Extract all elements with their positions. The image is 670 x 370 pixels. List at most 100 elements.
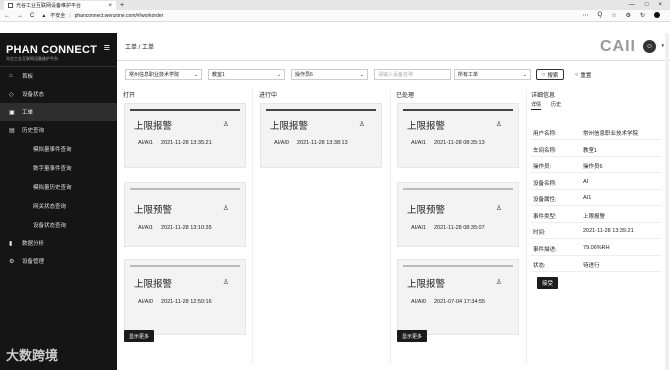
user-icon: ♙ xyxy=(222,279,229,286)
reset-button-label: 重置 xyxy=(580,72,592,79)
work-order-card[interactable]: 上限报警 ♙ AI/AI1 2021-11-28 08:35:13 xyxy=(397,103,519,168)
order-type-select[interactable]: 所有工单 ⌄ xyxy=(454,69,531,80)
zoom-icon[interactable]: Q xyxy=(598,12,603,19)
card-time: 2021-11-28 08:35:13 xyxy=(433,140,485,146)
avatar[interactable]: ☺ xyxy=(643,40,656,53)
maximize-icon[interactable]: □ xyxy=(645,2,649,8)
sidebar-item-2[interactable]: ▣ 工单 xyxy=(0,103,117,121)
card-meta: AI/AI0 2021-11-28 13:38:13 xyxy=(274,140,348,146)
detail-value: 常州信息职业技术学院 xyxy=(583,131,639,137)
sidebar-item-8[interactable]: 设备状态查询 xyxy=(0,215,117,234)
detail-key: 车间名称: xyxy=(533,147,557,154)
column-title: 打开 xyxy=(123,93,136,99)
search-button-label: 搜索 xyxy=(547,72,559,79)
detail-value: 待进行 xyxy=(583,263,600,269)
detail-value: 教室1 xyxy=(583,147,598,154)
sidebar-item-6[interactable]: 模拟量历史查询 xyxy=(0,177,117,196)
user-icon: ♙ xyxy=(222,205,229,212)
work-order-card[interactable]: 上限报警 ♙ AI/AI1 2021-11-28 13:35:21 xyxy=(124,103,246,168)
window-close-icon[interactable]: × xyxy=(658,2,662,8)
more-icon[interactable]: ⋯ xyxy=(583,12,589,19)
browser-tab[interactable]: 光谷工业互联网设备维护平台 × xyxy=(4,1,116,10)
settings-icon[interactable]: ⚙ xyxy=(626,12,631,19)
school-select[interactable]: 常州信息职业技术学院 ⌄ xyxy=(125,69,202,80)
minimize-icon[interactable]: — xyxy=(629,2,635,8)
tab-close-icon[interactable]: × xyxy=(108,3,112,9)
detail-key: 设备名称: xyxy=(533,180,557,187)
card-meta: AI/AI1 2021-11-28 08:35:13 xyxy=(411,140,485,146)
column-in-progress: 进行中 上限报警 ♙ AI/AI0 2021-11-28 13:38:13 xyxy=(259,90,383,364)
sidebar-item-7[interactable]: 网关状态查询 xyxy=(0,196,117,215)
sidebar-item-label: 模拟量历史查询 xyxy=(33,184,72,191)
room-select[interactable]: 教室1 ⌄ xyxy=(208,69,285,80)
detail-row: 用户名称: 常州信息职业技术学院 xyxy=(531,125,661,140)
url-field[interactable]: ▲ 不安全 | phanconnect.wenzone.com/#/workor… xyxy=(41,12,575,20)
search-button[interactable]: ○ 搜索 xyxy=(536,69,565,80)
sidebar-item-0[interactable]: ⌂ 首板 xyxy=(0,67,117,85)
new-tab-icon[interactable]: + xyxy=(120,2,124,9)
tab-history[interactable]: 历史 xyxy=(551,101,561,110)
sidebar-item-10[interactable]: ⚙ 设备管理 xyxy=(0,252,117,270)
show-more-button[interactable]: 显示更多 xyxy=(397,330,428,342)
room-select-value: 教室1 xyxy=(212,72,225,78)
sidebar-item-icon: ⌂ xyxy=(9,73,13,79)
work-order-card[interactable]: 上限报警 ♙ AI/AI0 2021-07-04 17:34:55 xyxy=(397,259,519,335)
card-status-bar xyxy=(130,109,240,111)
card-meta: AI/AI0 2021-07-04 17:34:55 xyxy=(411,299,485,305)
card-title: 上限报警 xyxy=(407,121,446,132)
column-divider xyxy=(390,90,391,364)
forward-icon[interactable]: → xyxy=(17,13,23,19)
page-scrollbar[interactable] xyxy=(665,33,669,370)
logo-subtitle: 光谷工业互联网设备维护平台 xyxy=(6,56,58,61)
chevron-down-icon[interactable]: ▾ xyxy=(661,43,664,49)
sidebar-item-label: 数据分析 xyxy=(22,241,45,247)
security-label: 不安全 xyxy=(50,13,66,19)
card-meta: AI/AI1 2021-11-28 13:10:35 xyxy=(138,225,212,231)
card-status-bar xyxy=(130,265,240,267)
show-more-button[interactable]: 显示更多 xyxy=(124,330,155,342)
detail-row: 状态: 待进行 xyxy=(531,257,661,272)
column-title: 已处理 xyxy=(396,93,415,99)
reload-icon[interactable]: C xyxy=(30,13,34,19)
sidebar-item-label: 设备状态查询 xyxy=(33,222,67,229)
sidebar: PHAN CONNECT 光谷工业互联网设备维护平台 ≡ ⌂ 首板 ◇ 设备状态 ▣ 工单… xyxy=(0,33,117,370)
favorite-icon[interactable]: ☆ xyxy=(611,12,616,19)
device-search-placeholder: 请输入设备名称 xyxy=(378,72,414,78)
sidebar-item-icon: ▮ xyxy=(9,240,13,247)
user-icon: ♙ xyxy=(495,279,502,286)
sync-icon[interactable]: ↻ xyxy=(640,12,645,19)
card-time: 2021-11-28 13:10:35 xyxy=(160,225,212,231)
browser-address-bar: ← → C ▲ 不安全 | phanconnect.wenzone.com/#/… xyxy=(0,10,670,22)
brand-logo: CAII xyxy=(600,38,636,55)
sidebar-item-5[interactable]: 数字量事件查询 xyxy=(0,158,117,177)
watermark: 大数跨境 xyxy=(6,348,59,363)
work-order-card[interactable]: 上限报警 ♙ AI/AI0 2021-11-28 12:50:16 xyxy=(124,259,246,335)
detail-value: 操作员6 xyxy=(583,164,603,170)
accept-button[interactable]: 接受 xyxy=(537,277,559,289)
detail-row: 时间: 2021-11-28 13:35:21 xyxy=(531,224,661,239)
sidebar-item-9[interactable]: ▮ 数据分析 xyxy=(0,234,117,252)
card-device: AI/AI1 xyxy=(411,140,426,146)
menu-toggle-icon[interactable]: ≡ xyxy=(104,42,110,54)
work-order-card[interactable]: 上限报警 ♙ AI/AI0 2021-11-28 13:38:13 xyxy=(260,103,382,168)
device-search-input[interactable]: 请输入设备名称 xyxy=(374,69,451,80)
reset-button[interactable]: ○ 重置 xyxy=(570,69,596,80)
card-status-bar xyxy=(403,109,513,111)
profile-icon[interactable] xyxy=(654,12,660,18)
sidebar-item-3[interactable]: ▤ 历史查询 xyxy=(0,121,117,139)
card-time: 2021-11-28 13:35:21 xyxy=(160,140,212,146)
work-order-card[interactable]: 上限预警 ♙ AI/AI1 2021-11-28 13:10:35 xyxy=(124,182,246,247)
operator-select[interactable]: 操作员6 ⌄ xyxy=(291,69,368,80)
column-divider xyxy=(252,90,253,364)
logo-area: PHAN CONNECT 光谷工业互联网设备维护平台 ≡ xyxy=(0,33,117,67)
sidebar-item-label: 模拟量事件查询 xyxy=(33,146,72,153)
detail-row: 操作员: 操作员6 xyxy=(531,158,661,173)
tab-details[interactable]: 详情 xyxy=(531,101,542,110)
back-icon[interactable]: ← xyxy=(4,13,10,19)
sidebar-item-4[interactable]: 模拟量事件查询 xyxy=(0,139,117,158)
work-order-card[interactable]: 上限预警 ♙ AI/AI1 2021-11-28 08:35:07 xyxy=(397,182,519,247)
sidebar-item-icon: ◇ xyxy=(9,91,14,98)
sidebar-item-1[interactable]: ◇ 设备状态 xyxy=(0,85,117,103)
user-icon: ♙ xyxy=(495,121,502,128)
chevron-down-icon: ⌄ xyxy=(276,71,281,78)
